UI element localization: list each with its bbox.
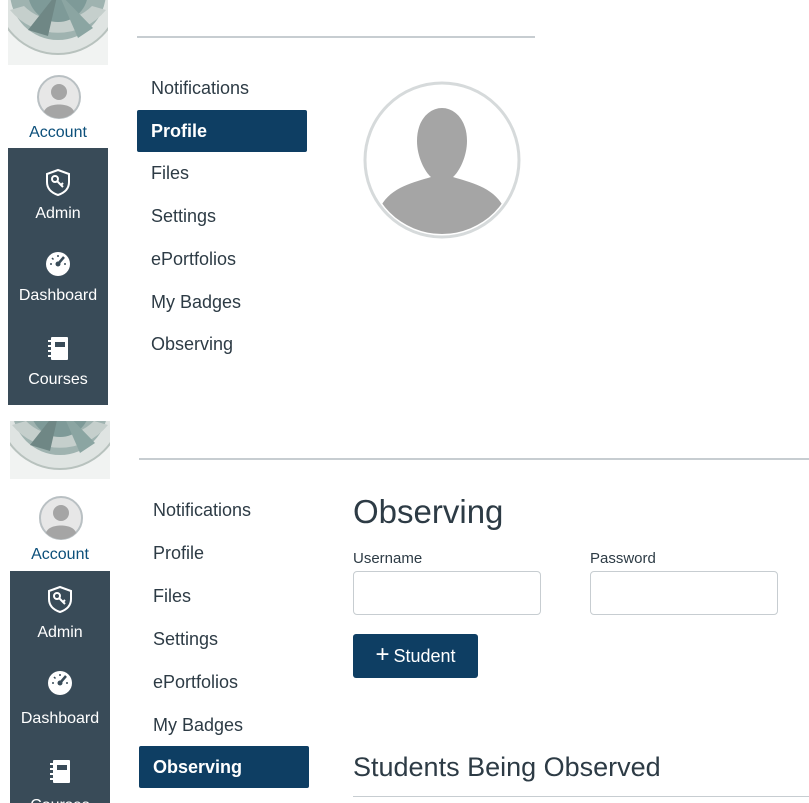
add-student-label: Student: [393, 645, 456, 666]
nav-courses[interactable]: Courses: [8, 320, 108, 402]
username-label: Username: [353, 550, 423, 567]
nav-account[interactable]: Account: [8, 65, 108, 148]
shield-key-icon: [46, 168, 70, 196]
nav-account-label: Account: [29, 124, 87, 141]
menu-item-profile[interactable]: Profile: [137, 110, 307, 152]
profile-view-panel: Account Admin Dashboard Courses Notifica…: [0, 0, 809, 405]
nav-account-label: Account: [31, 546, 89, 563]
nav-dashboard-label: Dashboard: [20, 710, 100, 727]
add-student-button[interactable]: + Student: [353, 634, 478, 678]
header-divider: [139, 458, 809, 460]
menu-item-files[interactable]: Files: [137, 152, 307, 194]
user-avatar-icon: [39, 496, 83, 540]
username-input[interactable]: [353, 571, 541, 615]
menu-item-notifications[interactable]: Notifications: [137, 67, 307, 109]
menu-item-files[interactable]: Files: [139, 575, 309, 617]
menu-item-eportfolios[interactable]: ePortfolios: [137, 238, 307, 280]
menu-item-settings[interactable]: Settings: [137, 195, 307, 237]
observing-view-panel: Account Admin Dashboard Notifications Pr…: [0, 421, 809, 803]
global-navigation: Account Admin Dashboard: [10, 421, 110, 803]
menu-item-my-badges[interactable]: My Badges: [137, 281, 307, 323]
nav-account[interactable]: Account: [10, 479, 110, 571]
speedometer-icon: [48, 671, 72, 695]
menu-item-settings[interactable]: Settings: [139, 618, 309, 660]
user-avatar-icon: [37, 75, 81, 119]
school-logo-icon: [10, 421, 110, 470]
nav-admin[interactable]: Admin: [10, 571, 110, 653]
menu-item-observing[interactable]: Observing: [139, 746, 309, 788]
menu-item-my-badges[interactable]: My Badges: [139, 704, 309, 746]
nav-dashboard[interactable]: Dashboard: [8, 236, 108, 318]
nav-courses[interactable]: Courses: [10, 735, 110, 803]
nav-dashboard[interactable]: Dashboard: [10, 653, 110, 735]
password-input[interactable]: [590, 571, 778, 615]
school-logo-icon: [8, 0, 108, 55]
nav-admin-label: Admin: [37, 624, 83, 641]
nav-dashboard-label: Dashboard: [18, 287, 98, 304]
password-label: Password: [590, 550, 656, 567]
shield-key-icon: [48, 585, 72, 613]
nav-courses-label: Courses: [28, 371, 88, 388]
plus-icon: +: [375, 641, 390, 668]
school-logo[interactable]: [8, 0, 108, 65]
menu-item-observing[interactable]: Observing: [137, 323, 307, 365]
global-navigation: Account Admin Dashboard: [8, 0, 108, 405]
nav-admin[interactable]: Admin: [8, 154, 108, 236]
school-logo[interactable]: [10, 421, 110, 479]
header-divider: [137, 36, 535, 38]
menu-item-notifications[interactable]: Notifications: [139, 489, 309, 531]
speedometer-icon: [46, 252, 70, 276]
menu-item-eportfolios[interactable]: ePortfolios: [139, 661, 309, 703]
nav-courses-label: Courses: [10, 797, 110, 803]
section-divider: [353, 796, 809, 797]
notebook-icon: [50, 760, 70, 783]
notebook-icon: [48, 337, 68, 360]
nav-admin-label: Admin: [35, 205, 81, 222]
profile-avatar[interactable]: [363, 81, 521, 239]
page-title: Observing: [353, 493, 504, 530]
students-observed-heading: Students Being Observed: [353, 752, 661, 782]
menu-item-profile[interactable]: Profile: [139, 532, 309, 574]
